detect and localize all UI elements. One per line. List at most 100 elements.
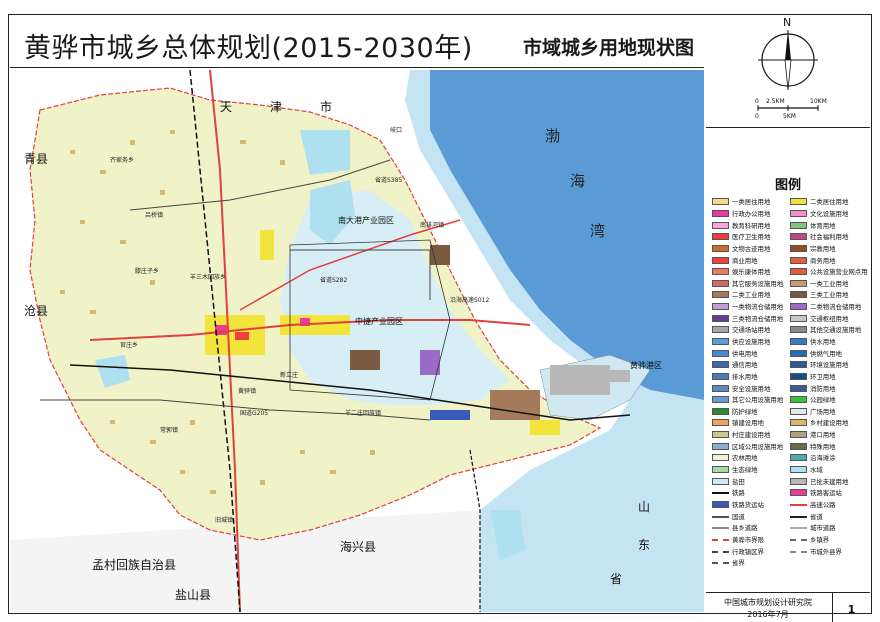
label-yanshan: 盐山县 bbox=[175, 588, 212, 602]
legend-item: 市城外县界 bbox=[790, 545, 868, 557]
legend-swatch bbox=[790, 268, 807, 276]
label-road-s385: 省道S385 bbox=[375, 177, 403, 184]
page-number: 1 bbox=[832, 593, 870, 622]
legend-grid: 一类居住用地 二类居住用地 行政办公用地 文化设施用地 教育科研用地 体育用地 医疗卫生用地… bbox=[712, 196, 868, 569]
utility-block bbox=[430, 410, 470, 420]
legend-item: 省道 bbox=[790, 510, 868, 522]
label-road-s282: 省道S282 bbox=[320, 277, 348, 284]
label-bo: 渤 bbox=[545, 127, 561, 145]
legend-swatch bbox=[790, 244, 807, 252]
label-town-jiuchong: 旧城镇 bbox=[215, 517, 234, 524]
legend-item: 三类工业用地 bbox=[790, 289, 868, 301]
label-haixing: 海兴县 bbox=[340, 540, 377, 554]
legend-swatch bbox=[712, 548, 729, 555]
legend-label: 一类工业用地 bbox=[810, 279, 849, 288]
legend-swatch bbox=[790, 384, 807, 392]
legend-item: 供水用地 bbox=[790, 336, 868, 348]
side-panel: N 0 2.5KM 10KM 0 5KM 图例 一类居住用地 二类居住用地 行政办公… bbox=[706, 16, 870, 622]
legend-label: 医疗卫生用地 bbox=[732, 233, 771, 242]
legend-item: 高速公路 bbox=[790, 499, 868, 511]
legend-label: 铁路货运站 bbox=[732, 500, 764, 509]
label-town-changguo: 常郭镇 bbox=[160, 427, 179, 434]
industrial-block-1 bbox=[350, 350, 380, 370]
label-town-yangsanmu: 羊三木回族乡 bbox=[190, 274, 227, 281]
label-town-guancheng: 官庄乡 bbox=[120, 342, 139, 349]
legend-swatch bbox=[790, 349, 807, 357]
legend-label: 黄骅市界限 bbox=[732, 535, 764, 544]
legend-label: 盐田 bbox=[732, 477, 745, 486]
legend-label: 交通枢纽用地 bbox=[810, 314, 849, 323]
legend-swatch bbox=[712, 396, 729, 404]
legend-swatch bbox=[790, 361, 807, 369]
legend-item: 镇建设用地 bbox=[712, 417, 790, 429]
map-subtitle: 市域城乡用地现状图 bbox=[522, 37, 694, 59]
legend-item: 一类工业用地 bbox=[790, 277, 868, 289]
legend-label: 行政镇区界 bbox=[732, 547, 764, 556]
map-title: 黄骅市城乡总体规划(2015-2030年) bbox=[24, 33, 473, 64]
legend-item: 医疗卫生用地 bbox=[712, 231, 790, 243]
scale-bottom-mid: 5KM bbox=[783, 113, 796, 120]
legend-label: 镇建设用地 bbox=[732, 419, 764, 428]
legend-label: 排水用地 bbox=[732, 372, 758, 381]
legend-swatch bbox=[712, 244, 729, 252]
legend-item: 排水用地 bbox=[712, 371, 790, 383]
legend-item: 乡镇界 bbox=[790, 534, 868, 546]
legend-item: 文化设施用地 bbox=[790, 208, 868, 220]
legend-label: 农林用地 bbox=[732, 454, 758, 463]
legend-item: 其他交通设施用地 bbox=[790, 324, 868, 336]
legend-item: 公园绿地 bbox=[790, 394, 868, 406]
legend-item: 供应设施用地 bbox=[712, 336, 790, 348]
legend-swatch bbox=[790, 326, 807, 334]
legend-label: 村庄建设用地 bbox=[732, 431, 771, 440]
label-qingxian: 青县 bbox=[24, 152, 49, 166]
legend-label: 高速公路 bbox=[810, 500, 836, 509]
footer-org: 中国城市规划设计研究院 bbox=[724, 598, 812, 607]
legend-label: 二类物流仓储用地 bbox=[810, 303, 862, 312]
legend-label: 城市道路 bbox=[810, 524, 836, 533]
legend-swatch bbox=[712, 361, 729, 369]
legend-item: 教育科研用地 bbox=[712, 219, 790, 231]
legend-item: 乡村建设用地 bbox=[790, 417, 868, 429]
legend-label: 商务用地 bbox=[810, 256, 836, 265]
legend-item: 消防用地 bbox=[790, 382, 868, 394]
legend-swatch bbox=[790, 477, 807, 485]
legend-label: 供应设施用地 bbox=[732, 338, 771, 346]
legend-item: 农林用地 bbox=[712, 452, 790, 464]
legend-swatch bbox=[712, 326, 729, 334]
legend-label: 供电用地 bbox=[732, 349, 758, 358]
legend-label: 市城外县界 bbox=[810, 547, 842, 556]
legend-label: 省界 bbox=[732, 559, 745, 568]
legend-swatch bbox=[712, 500, 729, 508]
port-pier bbox=[590, 370, 630, 382]
legend-label: 一类居住用地 bbox=[732, 198, 771, 207]
industrial-block-3 bbox=[490, 390, 540, 420]
legend-label: 二类工业用地 bbox=[732, 291, 771, 300]
label-sheng: 省 bbox=[610, 572, 623, 586]
legend-swatch bbox=[790, 221, 807, 229]
legend-label: 省道 bbox=[810, 512, 823, 521]
legend-swatch bbox=[790, 209, 807, 217]
legend-item: 二类居住用地 bbox=[790, 196, 868, 208]
legend-label: 铁路 bbox=[732, 489, 745, 498]
legend-swatch bbox=[712, 256, 729, 264]
legend-item: 其它公用设施用地 bbox=[712, 394, 790, 406]
scale-top-left: 0 bbox=[755, 98, 759, 105]
label-nandagang: 南大港产业园区 bbox=[338, 216, 394, 225]
legend-item: 供电用地 bbox=[712, 347, 790, 359]
map-canvas[interactable]: 天 津 市 渤 海 湾 青县 沧县 孟村回族自治县 盐山县 海兴县 山 东 省 … bbox=[10, 70, 704, 612]
legend-swatch bbox=[712, 559, 729, 566]
central-town-commercial bbox=[235, 332, 249, 340]
legend-label: 铁路客运站 bbox=[810, 489, 842, 498]
legend-label: 环卫用地 bbox=[810, 372, 836, 381]
legend-label: 特殊用地 bbox=[810, 442, 836, 451]
legend-swatch bbox=[712, 198, 729, 206]
legend-label: 通信用地 bbox=[732, 361, 758, 370]
legend-swatch bbox=[712, 279, 729, 287]
legend-label: 已批未建用地 bbox=[810, 477, 849, 486]
label-port: 黄骅港区 bbox=[630, 361, 662, 370]
legend-label: 交通场站用地 bbox=[732, 326, 771, 335]
scale-bottom-left: 0 bbox=[755, 113, 759, 120]
legend-swatch bbox=[790, 489, 807, 497]
legend-swatch bbox=[790, 466, 807, 474]
legend-swatch bbox=[790, 513, 807, 520]
